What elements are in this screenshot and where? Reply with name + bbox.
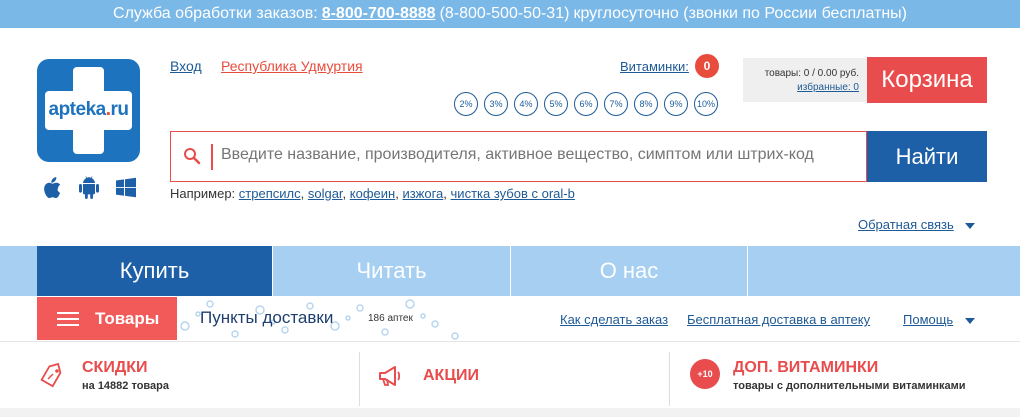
vitamins-count-badge: 0 — [695, 54, 719, 78]
how-to-order-link[interactable]: Как сделать заказ — [560, 312, 668, 327]
search-button[interactable]: Найти — [867, 131, 987, 182]
free-delivery-link[interactable]: Бесплатная доставка в аптеку — [687, 312, 870, 327]
example-link[interactable]: стрепсилс — [239, 186, 301, 201]
main-nav: Купить Читать О нас — [0, 246, 1020, 296]
favorites-link[interactable]: избранные: 0 — [743, 81, 859, 95]
megaphone-icon[interactable] — [378, 364, 404, 393]
vitamins-link[interactable]: Витаминки: — [620, 59, 689, 74]
app-links — [37, 176, 140, 200]
example-link[interactable]: solgar — [308, 186, 343, 201]
chevron-down-icon[interactable] — [965, 223, 975, 229]
goods-menu-button[interactable]: Товары — [37, 297, 177, 340]
tab-read[interactable]: Читать — [273, 246, 510, 296]
login-link[interactable]: Вход — [170, 58, 202, 74]
service-label: Служба обработки заказов: — [113, 5, 318, 22]
cart-button[interactable]: Корзина — [867, 57, 987, 103]
percent-badge[interactable]: 2% — [454, 92, 478, 116]
percent-badge[interactable]: 7% — [604, 92, 628, 116]
percent-badge[interactable]: 5% — [544, 92, 568, 116]
cart-totals: товары: 0 / 0.00 руб. — [764, 68, 859, 79]
extra-vitamins-badge: +10 — [690, 359, 720, 389]
apple-icon[interactable] — [40, 176, 62, 200]
tab-about[interactable]: О нас — [511, 246, 747, 296]
example-link[interactable]: кофеин — [350, 186, 395, 201]
percent-badge[interactable]: 3% — [484, 92, 508, 116]
percent-badge[interactable]: 8% — [634, 92, 658, 116]
search-examples: Например: стрепсилс, solgar, кофеин, изж… — [170, 186, 575, 201]
actions-title[interactable]: АКЦИИ — [423, 367, 479, 385]
example-link[interactable]: изжога — [402, 186, 443, 201]
service-bar: Служба обработки заказов: 8-800-700-8888… — [0, 0, 1020, 28]
search-separator — [211, 144, 213, 170]
promo-divider — [359, 352, 360, 406]
promo-bottom-band — [0, 408, 1020, 417]
extra-vitamins-title[interactable]: ДОП. ВИТАМИНКИ — [733, 359, 878, 377]
percent-badge[interactable]: 9% — [664, 92, 688, 116]
discounts-sub: на 14882 товара — [82, 380, 169, 392]
extra-vitamins-sub: товары с дополнительными витаминками — [733, 380, 966, 392]
search-input[interactable] — [221, 146, 861, 164]
discount-tag-icon[interactable] — [38, 362, 66, 393]
service-note: круглосуточно (звонки по России бесплатн… — [573, 5, 907, 22]
promo-divider — [669, 352, 670, 406]
examples-label: Например: — [170, 186, 236, 201]
percent-badge[interactable]: 10% — [694, 92, 718, 116]
goods-label: Товары — [95, 308, 160, 328]
logo-text: apteka.ru — [48, 99, 129, 120]
pharmacy-count: 186 аптек — [368, 313, 413, 324]
pickup-points-link[interactable]: Пункты доставки — [200, 308, 333, 328]
nav-divider — [747, 246, 748, 296]
percent-badge[interactable]: 4% — [514, 92, 538, 116]
phone-main-link[interactable]: 8-800-700-8888 — [322, 5, 436, 23]
search-icon — [183, 147, 201, 165]
chevron-down-icon[interactable] — [965, 318, 975, 324]
android-icon[interactable] — [78, 176, 100, 200]
menu-icon — [57, 311, 79, 326]
feedback-link[interactable]: Обратная связь — [858, 217, 954, 232]
discount-percents: 2% 3% 4% 5% 6% 7% 8% 9% 10% — [454, 92, 718, 116]
percent-badge[interactable]: 6% — [574, 92, 598, 116]
example-link[interactable]: чистка зубов с oral-b — [451, 186, 575, 201]
windows-icon[interactable] — [115, 176, 137, 200]
discounts-title[interactable]: СКИДКИ — [82, 359, 147, 377]
cart-summary: товары: 0 / 0.00 руб. избранные: 0 — [743, 58, 867, 102]
tab-buy[interactable]: Купить — [37, 246, 272, 296]
region-link[interactable]: Республика Удмуртия — [221, 58, 363, 74]
phone-alt: (8-800-500-50-31) — [439, 5, 570, 22]
help-link[interactable]: Помощь — [903, 312, 953, 327]
site-logo[interactable]: apteka.ru — [37, 59, 140, 162]
